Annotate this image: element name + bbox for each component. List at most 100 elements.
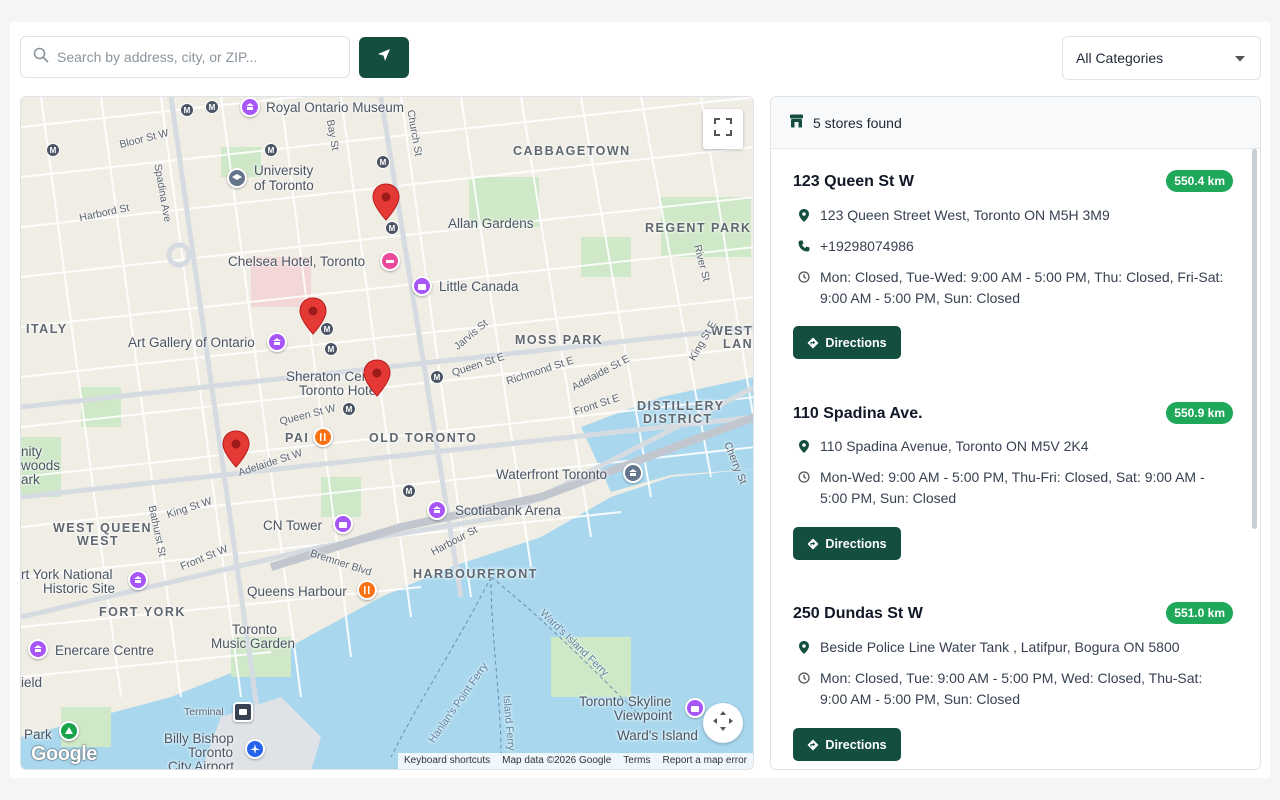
map-label: ield [21,675,43,690]
bus-icon[interactable] [233,702,253,722]
map-label: Toronto [232,622,278,637]
subway-icon[interactable]: M [402,484,416,498]
subway-icon[interactable]: M [376,155,390,169]
store-pin-marker[interactable] [372,183,400,221]
search-box[interactable] [20,36,350,78]
subway-icon[interactable]: M [264,143,278,157]
store-address-row: 123 Queen Street West, Toronto ON M5H 3M… [793,205,1230,226]
clock-icon [793,267,815,309]
scrollbar[interactable] [1252,149,1257,529]
terms-link[interactable]: Terms [617,753,656,769]
store-pin-marker[interactable] [299,297,327,335]
subway-icon[interactable]: M [342,402,356,416]
landmark-icon[interactable] [623,463,643,483]
caret-down-icon [1234,50,1246,66]
park-icon[interactable] [59,721,79,741]
subway-icon[interactable]: M [324,342,338,356]
fullscreen-button[interactable] [703,109,743,149]
distance-badge: 550.4 km [1166,170,1233,192]
store-locator: All Categories [10,22,1270,778]
store-hours: Mon: Closed, Tue: 9:00 AM - 5:00 PM, Wed… [820,670,1203,707]
map-label: DISTRICT [643,412,713,426]
category-select[interactable]: All Categories [1062,36,1261,80]
locate-me-button[interactable] [359,37,409,78]
map-label: Historic Site [43,581,116,596]
subway-icon[interactable]: M [430,370,444,384]
keyboard-shortcuts-link[interactable]: Keyboard shortcuts [398,753,496,769]
store-card[interactable]: 250 Dundas St W 551.0 km Beside Police L… [793,602,1233,761]
map-label: HARBOURFRONT [413,567,538,581]
camera-icon[interactable] [412,276,432,296]
museum-icon[interactable] [128,570,148,590]
map-label: WEST [77,534,120,548]
arena-icon[interactable] [427,500,447,520]
store-hours: Mon: Closed, Tue-Wed: 9:00 AM - 5:00 PM,… [820,269,1224,306]
subway-icon[interactable]: M [385,221,399,235]
map-camera-control-button[interactable] [703,703,743,743]
map-label: Allan Gardens [448,216,534,231]
map-label: University [254,163,314,178]
map-label: CABBAGETOWN [513,144,631,158]
map-label: Royal Ontario Museum [266,100,405,115]
map-label: nity [21,444,43,459]
map-label: Toronto Skyline [579,694,672,709]
arena-icon[interactable] [28,639,48,659]
subway-icon[interactable]: M [180,103,194,117]
directions-button[interactable]: Directions [793,326,901,359]
subway-icon[interactable]: M [46,143,60,157]
map-data-text: Map data ©2026 Google [502,755,612,766]
store-phone-row: +19298074986 [793,236,1230,257]
search-input[interactable] [57,49,327,65]
directions-button[interactable]: Directions [793,527,901,560]
store-pin-marker[interactable] [222,430,250,468]
store-hours-row: Mon: Closed, Tue-Wed: 9:00 AM - 5:00 PM,… [793,267,1230,309]
subway-icon[interactable]: M [205,100,219,114]
map-label: ark [21,472,40,487]
store-address-row: Beside Police Line Water Tank , Latifpur… [793,637,1230,658]
google-logo: Google [31,743,97,765]
store-pin-marker[interactable] [363,359,391,397]
map-label: MOSS PARK [515,333,604,347]
directions-button[interactable]: Directions [793,728,901,761]
store-list[interactable]: 123 Queen St W 550.4 km 123 Queen Street… [771,149,1260,769]
map-label: Queens Harbour [247,584,347,599]
search-icon [33,47,49,68]
map-label: Toronto [188,745,234,760]
store-address-row: 110 Spadina Avenue, Toronto ON M5V 2K4 [793,436,1230,457]
restaurant-icon[interactable] [313,427,333,447]
museum-icon[interactable] [240,97,260,117]
map-view[interactable]: Royal Ontario Museum University of Toron… [20,96,754,770]
map-label: rt York National [21,567,113,582]
store-address: 123 Queen Street West, Toronto ON M5H 3M… [820,207,1110,223]
map-label: WEST QUEEN [53,521,153,535]
camera-icon[interactable] [333,514,353,534]
map-attribution: Keyboard shortcuts Map data ©2026 Google… [397,753,753,769]
hotel-icon[interactable] [380,251,400,271]
fullscreen-icon [714,117,732,141]
store-card[interactable]: 110 Spadina Ave. 550.9 km 110 Spadina Av… [793,402,1233,560]
map-pin-icon [793,205,815,226]
category-select-value: All Categories [1076,50,1164,66]
clock-icon [793,467,815,509]
directions-label: Directions [825,737,887,752]
map-label: Enercare Centre [55,643,155,658]
map-label: PAI [285,431,310,445]
store-hours: Mon-Wed: 9:00 AM - 5:00 PM, Thu-Fri: Clo… [820,469,1205,506]
map-label: Chelsea Hotel, Toronto [228,254,366,269]
directions-label: Directions [825,536,887,551]
museum-icon[interactable] [267,332,287,352]
airport-icon[interactable] [245,739,265,759]
restaurant-icon[interactable] [357,580,377,600]
map-label: REGENT PARK [645,221,752,235]
report-map-error-link[interactable]: Report a map error [657,753,753,769]
map-label: of Toronto [254,178,314,193]
store-phone[interactable]: +19298074986 [820,236,1230,257]
map-pin-icon [793,637,815,658]
map-label: Ward's Island [617,728,698,743]
map-label: FORT YORK [99,605,186,619]
camera-icon[interactable] [685,698,705,718]
store-hours-row: Mon-Wed: 9:00 AM - 5:00 PM, Thu-Fri: Clo… [793,467,1230,509]
school-icon[interactable] [227,168,247,188]
store-card[interactable]: 123 Queen St W 550.4 km 123 Queen Street… [793,170,1233,359]
map-label: DISTILLERY [637,399,725,413]
